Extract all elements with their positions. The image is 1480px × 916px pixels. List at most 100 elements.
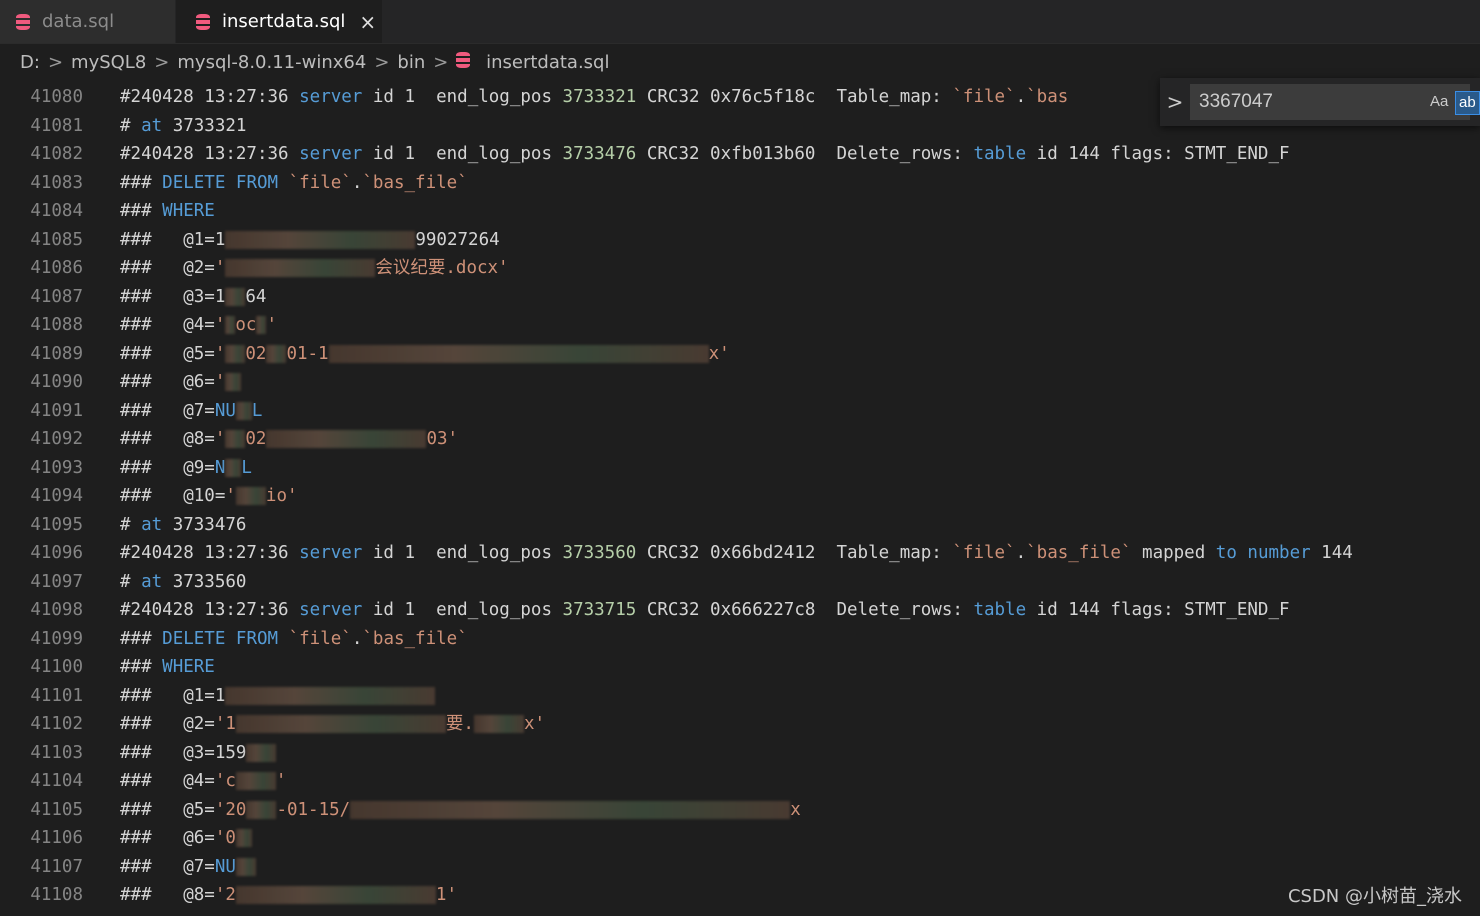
code-token: WHERE [162, 201, 215, 221]
code-line[interactable]: 41088 ### @4=' oc ' [0, 311, 1480, 340]
code-token: x' [708, 343, 730, 364]
code-line[interactable]: 41091 ### @7=NU L [0, 397, 1480, 426]
code-token: `bas_file` [362, 628, 468, 649]
code-line[interactable]: 41099 ### DELETE FROM `file`.`bas_file` [0, 625, 1480, 654]
close-icon[interactable]: × [359, 10, 376, 34]
code-line[interactable]: 41083 ### DELETE FROM `file`.`bas_file` [0, 169, 1480, 198]
code-line[interactable]: 41093 ### @9=N L [0, 454, 1480, 483]
code-line[interactable]: 41102 ### @2='1 要. x' [0, 710, 1480, 739]
code-token: 会议纪要.docx' [375, 258, 509, 278]
code-line[interactable]: 41097 # at 3733560 [0, 568, 1480, 597]
code-line[interactable]: 41095 # at 3733476 [0, 511, 1480, 540]
code-line[interactable]: 41092 ### @8=' 02 03' [0, 425, 1480, 454]
line-number: 41108 [30, 885, 83, 905]
find-input[interactable]: 3367047 Aa ab [1190, 84, 1480, 120]
code-line[interactable]: 41104 ### @4='c ' [0, 767, 1480, 796]
code-token: #240428 13:27:36 [120, 144, 300, 164]
line-number: 41091 [30, 400, 83, 421]
code-token: id 1 end_log_pos [362, 144, 563, 164]
code-token: CRC32 0x76c5f18c Table_map: [636, 87, 953, 107]
match-case-icon[interactable]: Aa [1427, 91, 1451, 113]
code-line[interactable]: 41094 ### @10=' io' [0, 482, 1480, 511]
code-editor[interactable]: 41080 #240428 13:27:36 server id 1 end_lo… [0, 83, 1480, 916]
code-token: ### @2= [120, 714, 215, 734]
code-token: id 1 end_log_pos [362, 87, 563, 107]
code-token: `file` [288, 628, 352, 649]
code-token: table [973, 600, 1027, 620]
code-token: ### @3=159 [120, 742, 247, 763]
code-line[interactable]: 41105 ### @5='20 -01-15/x [0, 796, 1480, 825]
chevron-right-icon[interactable]: > [1160, 90, 1190, 114]
code-line[interactable]: 41084 ### WHERE [0, 197, 1480, 226]
breadcrumb-item-file[interactable]: insertdata.sql [456, 51, 610, 73]
code-token: CRC32 0xfb013b60 Delete_rows: [636, 144, 974, 164]
code-token: server [299, 543, 363, 563]
code-line[interactable]: 41086 ### @2=' 会议纪要.docx' [0, 254, 1480, 283]
code-token: 03' [426, 429, 459, 449]
code-token: #240428 13:27:36 [120, 87, 300, 107]
code-token: ### @7= [120, 856, 215, 877]
code-token: ' [214, 315, 226, 335]
redacted-text [235, 857, 256, 876]
chevron-right-icon: > [47, 51, 64, 73]
code-token: to [1215, 543, 1237, 563]
breadcrumb-item-mysql8[interactable]: mySQL8 [71, 52, 146, 73]
code-token: 99027264 [415, 229, 500, 250]
breadcrumb-file-label: insertdata.sql [486, 51, 610, 73]
code-line[interactable]: 41087 ### @3=1 64 [0, 283, 1480, 312]
code-text: ### @7=NU L [120, 397, 262, 426]
code-token: # [120, 571, 142, 592]
code-token: L [241, 457, 252, 478]
code-token: x [790, 799, 801, 820]
line-number: 41102 [30, 714, 83, 734]
whole-word-icon[interactable]: ab [1455, 91, 1480, 115]
redacted-text [350, 800, 791, 819]
code-token: mapped [1131, 543, 1216, 563]
code-token: -01-15/ [276, 799, 351, 820]
code-token: ' [266, 315, 277, 335]
code-text: ### @3=1 64 [120, 283, 266, 312]
code-line[interactable]: 41100 ### WHERE [0, 653, 1480, 682]
line-number: 41094 [30, 486, 83, 506]
tab-bar: data.sql insertdata.sql × [0, 0, 1480, 44]
redacted-text [246, 743, 277, 762]
redacted-text [225, 316, 236, 334]
code-line[interactable]: 41082 #240428 13:27:36 server id 1 end_lo… [0, 140, 1480, 169]
code-line[interactable]: 41096 #240428 13:27:36 server id 1 end_lo… [0, 539, 1480, 568]
redacted-text [235, 715, 446, 733]
redacted-text [235, 772, 276, 790]
code-line[interactable]: 41108 ### @8='2 1' [0, 881, 1480, 910]
redacted-text [235, 829, 252, 847]
line-number: 41100 [30, 657, 83, 677]
tab-insertdata-sql[interactable]: insertdata.sql × [176, 0, 382, 43]
breadcrumb-item-drive[interactable]: D: [20, 52, 40, 73]
code-token: ### @6= [120, 372, 215, 392]
line-number: 41080 [30, 87, 83, 107]
line-number: 41086 [30, 258, 83, 278]
code-line[interactable]: 41106 ### @6='0 [0, 824, 1480, 853]
code-token: . [1015, 543, 1027, 563]
database-file-icon [16, 13, 30, 30]
code-text: #240428 13:27:36 server id 1 end_log_pos… [120, 539, 1353, 568]
code-token: 3733560 [162, 571, 247, 592]
redacted-text [473, 715, 524, 733]
code-line[interactable]: 41090 ### @6=' [0, 368, 1480, 397]
code-text: ### @5='20 -01-15/x [120, 796, 801, 825]
code-line[interactable]: 41103 ### @3=159 [0, 739, 1480, 768]
code-token: 'c [214, 771, 236, 791]
code-line[interactable]: 41107 ### @7=NU [0, 853, 1480, 882]
code-token: . [1015, 87, 1027, 107]
breadcrumb-item-bin[interactable]: bin [397, 52, 425, 73]
code-line[interactable]: 41089 ### @5=' 02 01-1 x' [0, 340, 1480, 369]
code-line[interactable]: 41098 #240428 13:27:36 server id 1 end_lo… [0, 596, 1480, 625]
code-token: 3733715 [562, 600, 637, 620]
code-line[interactable]: 41085 ### @1=1 99027264 [0, 226, 1480, 255]
code-line[interactable]: 41101 ### @1=1 [0, 682, 1480, 711]
breadcrumb-item-mysql-folder[interactable]: mysql-8.0.11-winx64 [177, 52, 366, 73]
code-text: ### @3=159 [120, 739, 277, 768]
code-token: at [141, 115, 163, 136]
code-token: #240428 13:27:36 [120, 600, 300, 620]
tab-data-sql[interactable]: data.sql [0, 0, 176, 43]
code-token: id 144 flags: STMT_END_F [1026, 600, 1290, 620]
